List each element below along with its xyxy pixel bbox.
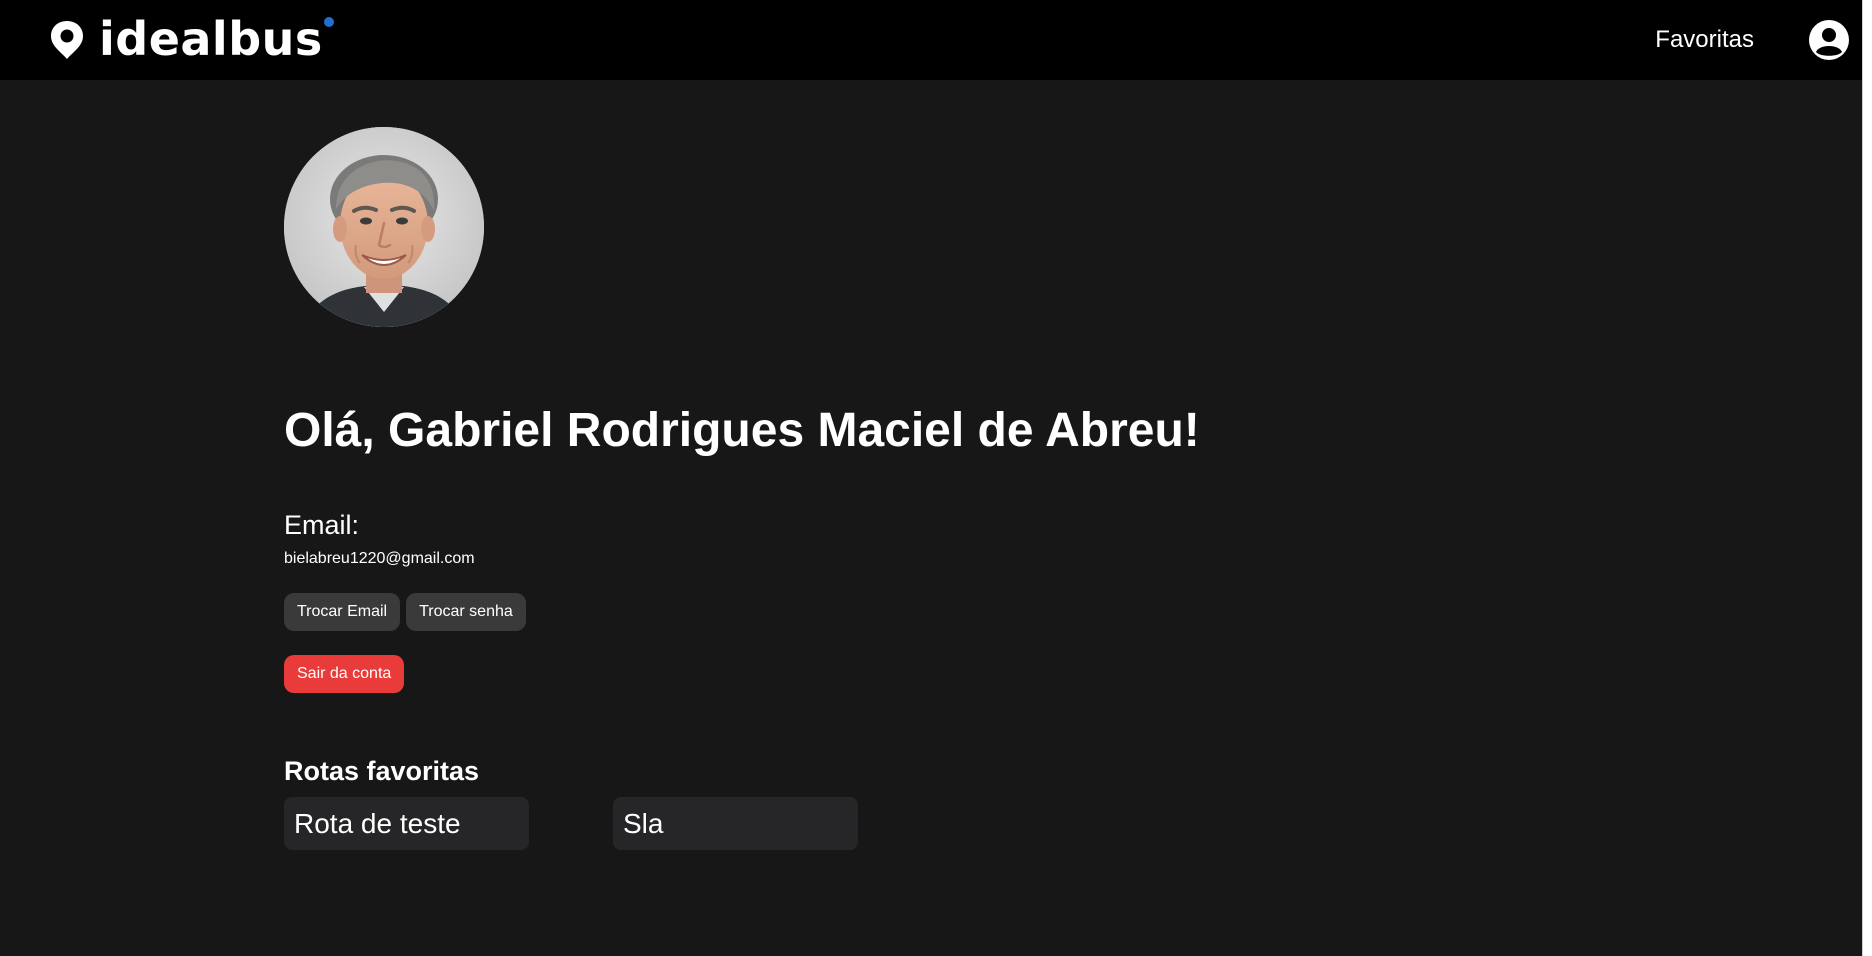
scrollbar-border — [1862, 0, 1863, 956]
user-name: Gabriel Rodrigues Maciel de Abreu — [388, 404, 1184, 457]
scrollbar[interactable] — [1862, 0, 1872, 956]
favorites-title: Rotas favoritas — [284, 756, 480, 786]
email-label: Email: — [284, 510, 360, 540]
page-title: Olá, Gabriel Rodrigues Maciel de Abreu! — [284, 403, 1584, 459]
brand-name: idealbus — [99, 12, 323, 66]
change-password-button[interactable]: Trocar senha — [406, 593, 526, 631]
avatar-photo — [284, 127, 484, 327]
email-value: bielabreu1220@gmail.com — [284, 550, 475, 567]
location-pin-icon — [51, 21, 83, 59]
favorite-route-card[interactable]: Sla — [613, 797, 858, 850]
greeting-suffix: ! — [1183, 404, 1200, 457]
brand-accent-dot — [323, 17, 334, 27]
logout-row: Sair da conta — [284, 655, 1584, 693]
user-menu-button[interactable] — [1808, 19, 1850, 61]
change-email-button[interactable]: Trocar Email — [284, 593, 401, 631]
account-actions: Trocar Email Trocar senha — [284, 593, 1584, 631]
user-circle-icon — [1809, 20, 1849, 60]
profile-page: idealbus Favoritas Olá, Gabriel Rodrigue… — [0, 0, 1872, 956]
profile-avatar — [284, 127, 484, 327]
greeting-prefix: Olá, — [284, 404, 389, 457]
favorite-routes-list: Rota de teste Sla — [284, 797, 1584, 850]
profile-content: Olá, Gabriel Rodrigues Maciel de Abreu! … — [284, 127, 1584, 850]
brand-logo[interactable]: idealbus — [49, 12, 334, 66]
logout-button[interactable]: Sair da conta — [284, 655, 405, 693]
favorite-route-card[interactable]: Rota de teste — [284, 797, 529, 850]
top-navbar: idealbus Favoritas — [0, 0, 1862, 80]
nav-link-favoritas[interactable]: Favoritas — [1655, 25, 1754, 55]
